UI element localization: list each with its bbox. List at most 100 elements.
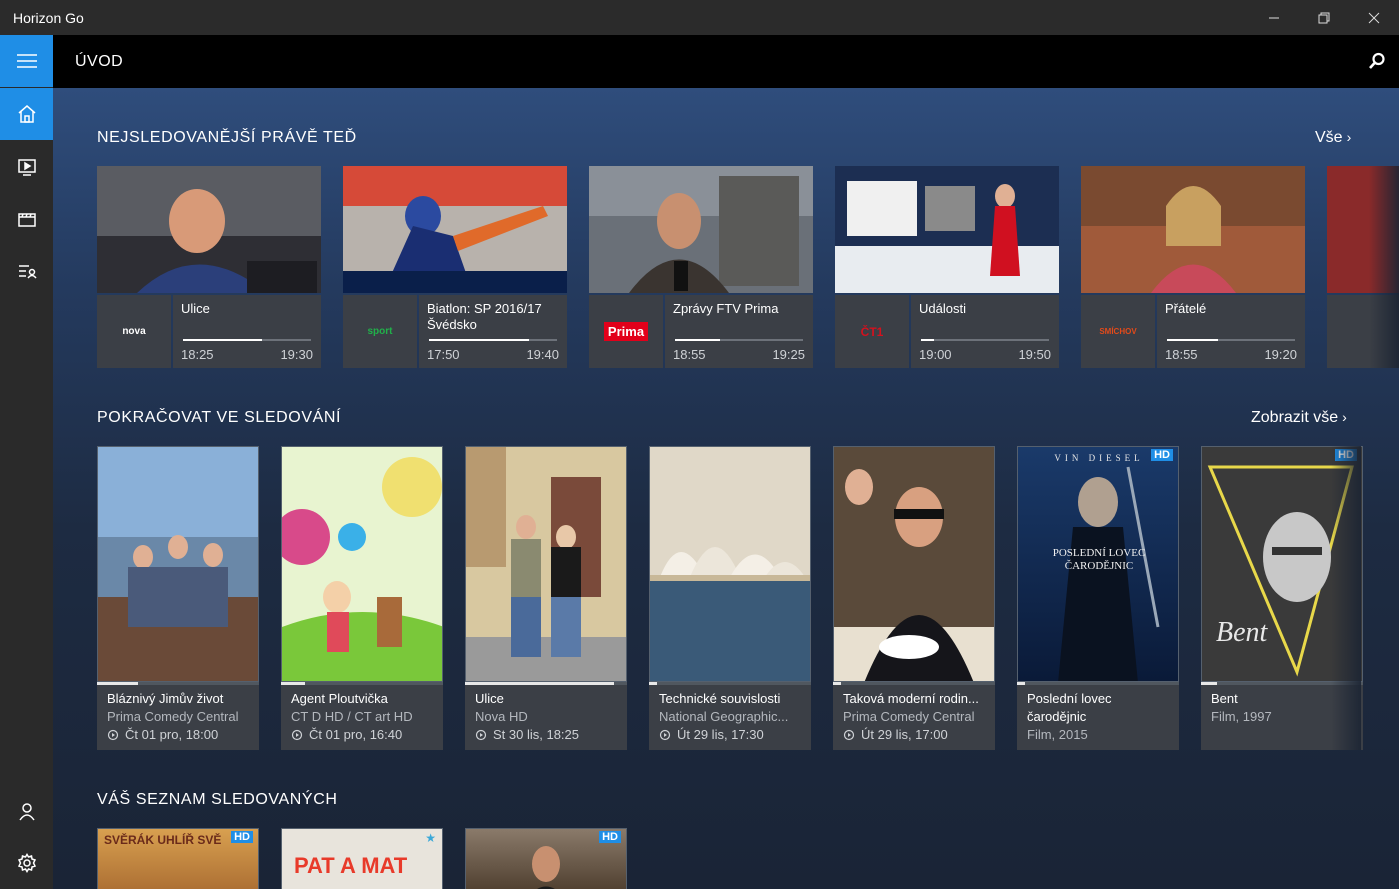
- watchlist-card-1[interactable]: PAT A MAT ★: [281, 828, 443, 889]
- poster-info: Taková moderní rodin... Prima Comedy Cen…: [833, 685, 995, 750]
- live-progress-bar: [921, 339, 1049, 341]
- item-air-time: St 30 lis, 18:25: [493, 727, 579, 742]
- watchlist-card-2[interactable]: HD: [465, 828, 627, 889]
- item-year: Film, 2015: [1027, 727, 1088, 742]
- see-all-label: Zobrazit vše: [1251, 409, 1339, 426]
- hamburger-menu-button[interactable]: [0, 35, 53, 87]
- poster-image: [465, 446, 627, 682]
- end-time: 19:20: [1264, 347, 1297, 362]
- continue-card-3[interactable]: Technické souvislosti National Geographi…: [649, 446, 811, 750]
- live-thumbnail: [97, 166, 321, 293]
- window-titlebar: Horizon Go: [0, 0, 1399, 35]
- replay-icon: [291, 729, 303, 741]
- live-progress-bar: [675, 339, 803, 341]
- item-channel: Prima Comedy Central: [843, 709, 975, 724]
- live-card-0[interactable]: nova Ulice 18:25 19:30: [97, 166, 321, 368]
- sidebar-item-movies[interactable]: [0, 193, 53, 245]
- thumbnail-art: [589, 166, 813, 293]
- thumbnail-art: [835, 166, 1059, 293]
- program-title: Události: [919, 301, 966, 316]
- live-progress-fill: [921, 339, 934, 341]
- fade-overlay: [1331, 446, 1361, 750]
- start-time: 17:50: [427, 347, 460, 362]
- restore-button[interactable]: [1299, 0, 1349, 35]
- home-icon: [18, 105, 35, 123]
- continue-card-4[interactable]: Taková moderní rodin... Prima Comedy Cen…: [833, 446, 995, 750]
- app-title: Horizon Go: [13, 9, 84, 26]
- minimize-button[interactable]: [1249, 0, 1299, 35]
- live-info: sport Biatlon: SP 2016/17 Švédsko 17:50 1…: [343, 295, 567, 368]
- end-time: 19:50: [1018, 347, 1051, 362]
- item-channel: National Geographic...: [659, 709, 789, 724]
- start-time: 18:55: [1165, 347, 1198, 362]
- item-channel: Nova HD: [475, 709, 528, 724]
- live-meta: Přátelé 18:55 19:20: [1157, 295, 1305, 368]
- item-air-time: Čt 01 pro, 16:40: [309, 727, 403, 742]
- live-progress-bar: [1167, 339, 1295, 341]
- live-card-3[interactable]: ČT1 Události 19:00 19:50: [835, 166, 1059, 368]
- restore-icon: [1318, 12, 1330, 23]
- continue-card-1[interactable]: Agent Ploutvička CT D HD / CT art HD Čt …: [281, 446, 443, 750]
- continue-card-0[interactable]: Bláznivý Jimův život Prima Comedy Centra…: [97, 446, 259, 750]
- see-all-most-watched-link[interactable]: Vše ›: [1315, 129, 1351, 147]
- hd-badge: HD: [1151, 449, 1173, 461]
- sidebar-item-recordings[interactable]: [0, 245, 53, 297]
- see-all-continue-link[interactable]: Zobrazit vše ›: [1251, 409, 1347, 427]
- poster-art: [834, 447, 994, 681]
- end-time: 19:30: [280, 347, 313, 362]
- poster-image: VIN DIESEL POSLEDNÍ LOVEC ČARODĚJNIC HD: [1017, 446, 1179, 682]
- live-card-2[interactable]: Prima Zprávy FTV Prima 18:55 19:25: [589, 166, 813, 368]
- tv-play-icon: [17, 159, 36, 176]
- live-thumbnail: [835, 166, 1059, 293]
- sidebar-item-profile[interactable]: [0, 785, 53, 837]
- channel-logo-text: sport: [367, 326, 393, 337]
- search-icon[interactable]: [1367, 51, 1387, 71]
- film-icon: [17, 213, 36, 227]
- item-title: Ulice: [475, 691, 504, 706]
- poster-info: Agent Ploutvička CT D HD / CT art HD Čt …: [281, 685, 443, 750]
- section-title-continue: POKRAČOVAT VE SLEDOVÁNÍ: [97, 409, 342, 426]
- live-card-partial[interactable]: [1327, 166, 1399, 368]
- channel-logo-text: nova: [122, 326, 146, 337]
- minimize-icon: [1269, 17, 1279, 18]
- live-progress-fill: [675, 339, 720, 341]
- live-progress-fill: [1167, 339, 1219, 341]
- live-card-1[interactable]: sport Biatlon: SP 2016/17 Švédsko 17:50 1…: [343, 166, 567, 368]
- fade-overlay: [1369, 166, 1399, 368]
- live-thumbnail: [343, 166, 567, 293]
- sidebar-item-home[interactable]: [0, 88, 53, 140]
- live-progress-bar: [183, 339, 311, 341]
- channel-logo: ČT1: [835, 295, 909, 368]
- poster-art: [98, 447, 258, 681]
- live-card-4[interactable]: SMÍCHOV Přátelé 18:55 19:20: [1081, 166, 1305, 368]
- hd-badge: HD: [599, 831, 621, 843]
- item-title-line2: čarodějnic: [1027, 709, 1087, 724]
- live-info: Prima Zprávy FTV Prima 18:55 19:25: [589, 295, 813, 368]
- live-meta: Zprávy FTV Prima 18:55 19:25: [665, 295, 813, 368]
- continue-card-2[interactable]: Ulice Nova HD St 30 lis, 18:25: [465, 446, 627, 750]
- channel-logo: SMÍCHOV: [1081, 295, 1155, 368]
- sidebar-item-settings[interactable]: [0, 837, 53, 889]
- star-icon: ★: [425, 831, 436, 845]
- sidebar-item-tv[interactable]: [0, 141, 53, 193]
- poster-image: [649, 446, 811, 682]
- item-title: Taková moderní rodin...: [843, 691, 979, 706]
- poster-art: [282, 447, 442, 681]
- replay-icon: [843, 729, 855, 741]
- poster-image: [281, 446, 443, 682]
- live-row: nova Ulice 18:25 19:30 sport Biatlon: SP …: [97, 166, 1399, 368]
- channel-logo-text: SMÍCHOV: [1099, 327, 1137, 336]
- poster-info: Bláznivý Jimův život Prima Comedy Centra…: [97, 685, 259, 750]
- poster-art: [466, 447, 626, 681]
- close-icon: [1368, 12, 1380, 23]
- continue-card-5[interactable]: VIN DIESEL POSLEDNÍ LOVEC ČARODĚJNIC HD …: [1017, 446, 1179, 750]
- live-thumbnail: [1081, 166, 1305, 293]
- poster-art: [650, 447, 810, 681]
- close-button[interactable]: [1349, 0, 1399, 35]
- item-channel: CT D HD / CT art HD: [291, 709, 413, 724]
- end-time: 19:25: [772, 347, 805, 362]
- live-progress-bar: [429, 339, 557, 341]
- channel-logo-text: Prima: [603, 322, 649, 341]
- watchlist-card-0[interactable]: SVĚRÁK UHLÍŘ SVĚ HD: [97, 828, 259, 889]
- continue-card-6[interactable]: Bent HD Bent Film, 1997: [1201, 446, 1363, 750]
